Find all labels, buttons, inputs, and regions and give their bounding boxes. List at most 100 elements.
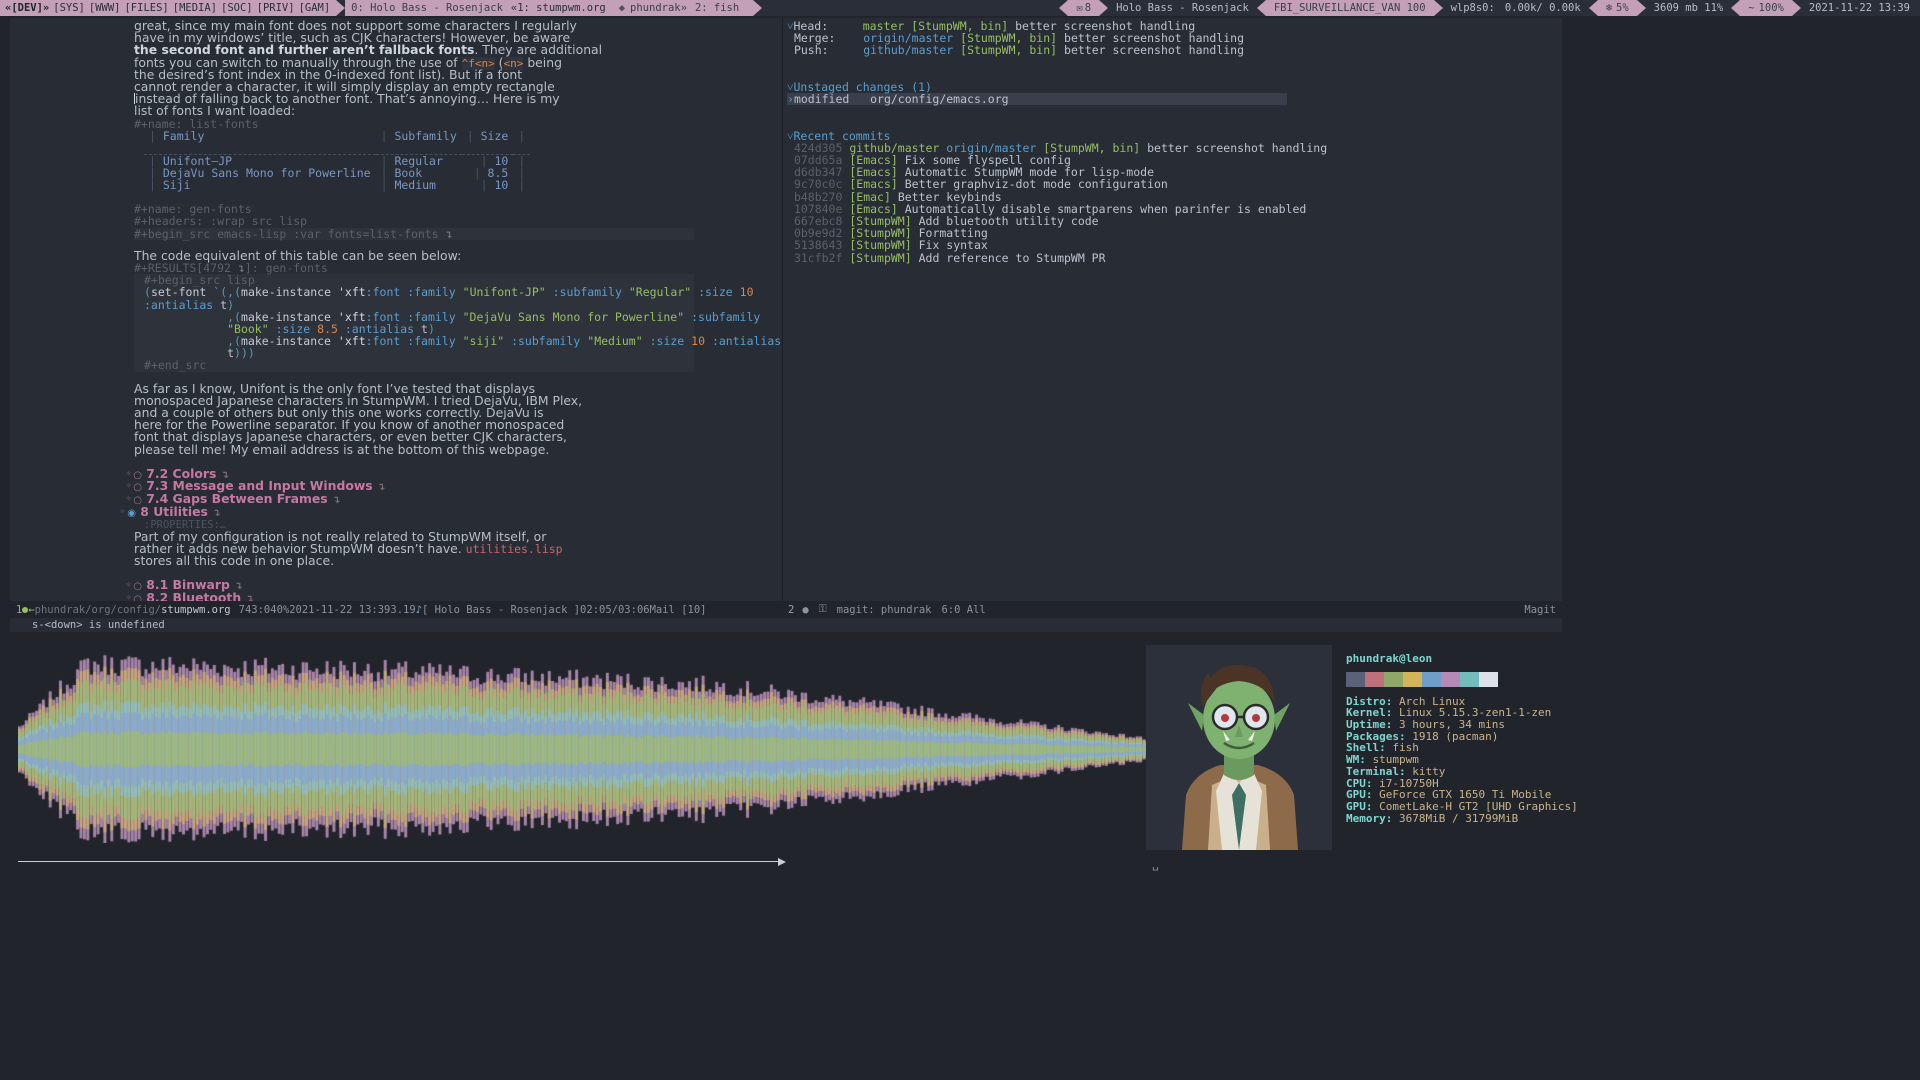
workspace-gam[interactable]: [GAM]: [299, 2, 331, 14]
modeline-mail[interactable]: Mail [10]: [650, 604, 707, 616]
org-fold-ellipsis-icon[interactable]: ↴: [377, 482, 385, 493]
window-item[interactable]: 2: fish: [695, 2, 739, 14]
org-heading-star-icon: *: [126, 482, 132, 494]
table-row[interactable]: | DejaVu Sans Mono for Powerline | Book | …: [144, 167, 530, 179]
cpu-icon: ❄: [1605, 2, 1613, 14]
org-heading-star-icon: *: [126, 495, 132, 507]
workspace-group-list[interactable]: «[DEV]» [SYS] [WWW] [FILES] [MEDIA] [SOC] [PRI…: [0, 0, 337, 16]
battery-indicator[interactable]: ~ 100%: [1740, 0, 1792, 16]
neofetch-value: 3678MiB / 31799MiB: [1398, 811, 1519, 825]
workspace-priv[interactable]: [PRIV]: [257, 2, 295, 14]
table-header-row: | Family | Subfamily | Size |: [144, 128, 530, 143]
progress-arrow-icon: [778, 858, 786, 866]
workspace-dev[interactable]: «[DEV]»: [5, 2, 49, 14]
magit-commit-row[interactable]: 31cfb2f [StumpWM] Add reference to Stump…: [787, 251, 1562, 264]
modeline-right[interactable]: 2 ● ⚿ magit: phundrak 6:0 All Magit: [782, 601, 1562, 618]
neofetch-panel: phundrak@leon Distro: Arch Linux Kernel: …: [1146, 645, 1906, 875]
palette-swatch: [1403, 671, 1422, 687]
wifi-indicator[interactable]: FBI_SURVEILLANCE_VAN 100: [1265, 0, 1434, 16]
window-item[interactable]: phundrak»: [630, 2, 687, 14]
modeline-date: 2021-11-22 13:39: [289, 603, 391, 616]
memory-indicator[interactable]: 3609 mb 11%: [1645, 0, 1732, 16]
org-bullet-icon[interactable]: ○: [133, 482, 142, 493]
modeline-version: 3.19: [390, 603, 416, 616]
org-src-block-lisp[interactable]: #+begin_src lisp (set-font `(,(make-insta…: [10, 274, 782, 372]
workspace-www[interactable]: [WWW]: [89, 2, 121, 14]
magit-content[interactable]: ˅Head: master [StumpWM, bin] better scre…: [783, 20, 1562, 264]
org-heading[interactable]: * ◉ 8 Utilities ↴: [10, 505, 782, 519]
powerline-arrow-icon: [1433, 0, 1443, 16]
magit-status-window[interactable]: ˅Head: master [StumpWM, bin] better scre…: [783, 18, 1562, 601]
table-row[interactable]: | Unifont–JP | Regular | 10 |: [144, 154, 530, 167]
audio-visualizer: [18, 648, 1146, 870]
org-keyword-name: #+name: list-fonts: [134, 116, 259, 131]
org-bullet-icon[interactable]: ◉: [127, 508, 136, 519]
emacs-frame[interactable]: great, since my main font does not suppo…: [10, 18, 1562, 632]
org-link[interactable]: utilities.lisp: [466, 542, 563, 556]
modeline-left[interactable]: 1 ← phundrak/org/config/stumpwm.org 743:…: [10, 601, 782, 618]
table-row[interactable]: | Siji | Medium | 10 |: [144, 179, 530, 191]
org-bullet-icon[interactable]: ○: [133, 594, 142, 601]
org-heading[interactable]: * ○ 7.3 Message and Input Windows ↴: [10, 480, 782, 494]
color-palette: [1346, 671, 1578, 687]
org-text-line: list of fonts I want loaded:: [134, 103, 296, 119]
window-list[interactable]: 0: Holo Bass - Rosenjack «1: stumpwm.org ◆…: [345, 0, 754, 16]
clock[interactable]: 2021-11-22 13:39: [1800, 0, 1920, 16]
progress-bar[interactable]: [18, 861, 780, 862]
org-heading-star-icon: *: [126, 581, 132, 593]
org-heading[interactable]: * ○ 7.2 Colors ↴: [10, 467, 782, 481]
org-fold-ellipsis-icon[interactable]: ↴: [332, 495, 340, 506]
org-table-list-fonts[interactable]: | Family | Subfamily | Size | | Unifont–JP | …: [144, 128, 531, 191]
powerline-arrow-icon: [1731, 0, 1741, 16]
window-item[interactable]: 0: Holo Bass - Rosenjack: [351, 2, 503, 14]
palette-swatch: [1441, 671, 1460, 687]
org-heading[interactable]: * ○ 8.1 Binwarp ↴: [10, 578, 782, 593]
terminal-cursor: ␣: [1152, 858, 1159, 871]
stumpwm-status-bar[interactable]: «[DEV]» [SYS] [WWW] [FILES] [MEDIA] [SOC] [PRI…: [0, 0, 1920, 16]
org-results-line: #+RESULTS[4792 ↴]: gen-fonts: [10, 262, 782, 274]
org-bullet-icon[interactable]: ○: [133, 581, 142, 592]
org-heading-list-2[interactable]: * ○ 8.1 Binwarp ↴ * ○ 8.2 Bluetooth ↴: [10, 567, 782, 601]
org-heading-list-1[interactable]: * ○ 7.2 Colors ↴ * ○ 7.3 Message and Input …: [10, 456, 782, 519]
now-playing[interactable]: Holo Bass - Rosenjack: [1108, 0, 1257, 16]
mail-indicator[interactable]: ✉ 8: [1068, 0, 1100, 16]
workspace-media[interactable]: [MEDIA]: [173, 2, 217, 14]
org-text-line: stores all this code in one place.: [134, 553, 335, 569]
emacs-minibuffer[interactable]: s-<down> is undefined: [10, 618, 1562, 632]
org-buffer-window[interactable]: great, since my main font does not suppo…: [10, 18, 782, 601]
magit-push-line[interactable]: Push: github/master [StumpWM, bin] bette…: [787, 44, 1562, 56]
workspace-soc[interactable]: [SOC]: [221, 2, 253, 14]
workspace-sys[interactable]: [SYS]: [53, 2, 85, 14]
org-heading[interactable]: * ○ 7.4 Gaps Between Frames ↴: [10, 492, 782, 507]
emacs-modeline-row: 1 ← phundrak/org/config/stumpwm.org 743:…: [10, 601, 1562, 618]
modeline-buffer-name: magit: phundrak: [836, 603, 932, 616]
modeline-major-mode[interactable]: Magit: [1524, 604, 1556, 616]
neofetch-rows: Distro: Arch Linux Kernel: Linux 5.15.3-z…: [1346, 695, 1578, 825]
modeline-music[interactable]: [ Holo Bass - Rosenjack ]: [422, 604, 580, 616]
org-fold-ellipsis-icon[interactable]: ↴: [246, 594, 254, 601]
battery-icon: ~: [1748, 2, 1755, 14]
magit-unstaged-file[interactable]: ›modified org/config/emacs.org: [787, 93, 1287, 106]
table-edge: |: [518, 128, 526, 143]
table-header-cell: | Size: [466, 128, 509, 143]
org-text-line: please tell me! My email address is at t…: [134, 441, 550, 457]
org-bullet-icon[interactable]: ○: [133, 470, 142, 481]
window-item[interactable]: «1: stumpwm.org: [511, 2, 606, 14]
org-fold-ellipsis-icon[interactable]: ↴: [212, 508, 220, 519]
modeline-percent: 40%: [270, 603, 290, 616]
network-indicator[interactable]: wlp8s0: 0.00k/ 0.00k: [1442, 0, 1589, 16]
modeline-path: phundrak/org/config/: [34, 603, 162, 616]
cpu-indicator[interactable]: ❄ 5%: [1597, 0, 1637, 16]
table-edge: |: [518, 177, 526, 192]
network-speed: 0.00k/ 0.00k: [1504, 2, 1581, 14]
powerline-arrow-icon: [1256, 0, 1266, 16]
neofetch-title: phundrak@leon: [1346, 652, 1433, 665]
cpu-value: 5%: [1616, 2, 1629, 14]
workspace-files[interactable]: [FILES]: [124, 2, 168, 14]
table-cell: | Siji: [149, 177, 191, 192]
orc-avatar-svg: [1146, 645, 1332, 850]
table-header-cell: | Family: [149, 128, 205, 143]
table-cell: | 10: [480, 177, 509, 192]
table-rule: [144, 141, 531, 155]
org-heading[interactable]: * ○ 8.2 Bluetooth ↴: [10, 591, 782, 601]
